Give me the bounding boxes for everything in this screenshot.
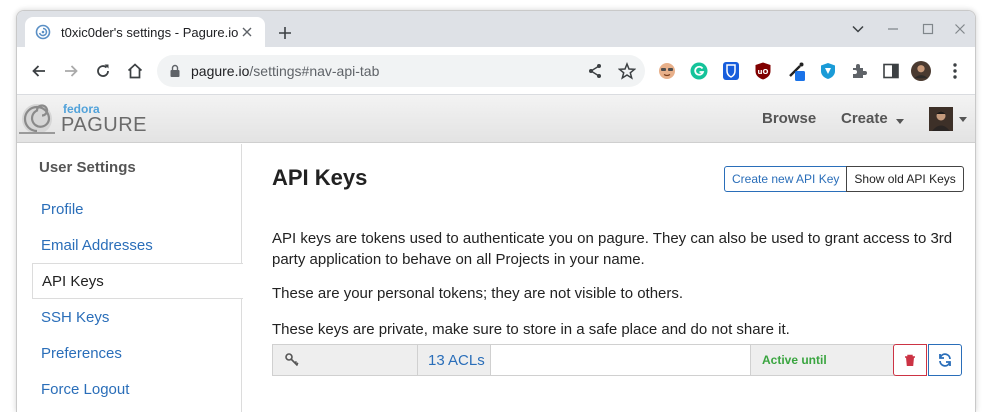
- ublock-icon[interactable]: uO: [753, 61, 773, 81]
- sidebar-item-profile[interactable]: Profile: [32, 191, 242, 227]
- personal-tokens-note: These are your personal tokens; they are…: [272, 285, 684, 302]
- acl-count-link[interactable]: 13 ACLs: [417, 344, 490, 376]
- close-icon[interactable]: [239, 24, 255, 40]
- sidebar-item-preferences[interactable]: Preferences: [32, 335, 242, 371]
- tab-title: t0xic0der's settings - Pagure.io: [61, 24, 239, 40]
- key-cell: [272, 344, 417, 376]
- renew-key-button[interactable]: [928, 344, 962, 376]
- page-title: API Keys: [272, 165, 368, 190]
- create-api-key-button[interactable]: Create new API Key: [724, 166, 848, 192]
- pagure-logo[interactable]: fedora PAGURE: [17, 101, 147, 137]
- revoke-key-button[interactable]: [893, 344, 927, 376]
- tab-strip: t0xic0der's settings - Pagure.io: [17, 11, 975, 47]
- kebab-menu-icon[interactable]: [945, 61, 965, 81]
- api-token-field[interactable]: [490, 344, 750, 376]
- puzzle-icon[interactable]: [849, 61, 869, 81]
- url-text[interactable]: pagure.io/settings#nav-api-tab: [191, 63, 379, 79]
- api-key-actions: Create new API Key Show old API Keys: [724, 166, 964, 192]
- side-panel-icon[interactable]: [881, 61, 901, 81]
- shield-icon[interactable]: [818, 61, 838, 81]
- maximize-icon[interactable]: [918, 19, 938, 39]
- sidebar-item-force-logout[interactable]: Force Logout: [32, 371, 242, 407]
- sidebar-item-ssh-keys[interactable]: SSH Keys: [32, 299, 242, 335]
- settings-sidebar: User Settings Profile Email Addresses AP…: [17, 144, 243, 412]
- caret-down-icon: [895, 111, 904, 128]
- user-menu[interactable]: [929, 107, 967, 131]
- trash-icon: [904, 354, 916, 367]
- tab-search-icon[interactable]: [848, 19, 868, 39]
- pagure-favicon-icon: [35, 24, 51, 40]
- avatar: [929, 107, 953, 131]
- browser-toolbar: pagure.io/settings#nav-api-tab uO: [17, 47, 975, 95]
- caret-down-icon: [959, 116, 967, 122]
- star-icon[interactable]: [615, 59, 639, 83]
- refresh-icon: [938, 353, 952, 367]
- svg-text:uO: uO: [758, 68, 769, 76]
- window-close-icon[interactable]: [950, 19, 970, 39]
- grammarly-icon[interactable]: [689, 61, 709, 81]
- profile-avatar[interactable]: [911, 61, 931, 81]
- key-status-badge: Active until: [750, 344, 895, 376]
- arrow-right-icon[interactable]: [59, 59, 83, 83]
- plus-icon[interactable]: [273, 21, 297, 45]
- browser-window: t0xic0der's settings - Pagure.io pagure.…: [16, 10, 976, 412]
- api-key-row: 13 ACLs Active until: [272, 344, 962, 376]
- api-keys-description: API keys are tokens used to authenticate…: [272, 230, 953, 268]
- sidebar-heading: User Settings: [39, 159, 136, 176]
- nav-create-link[interactable]: Create: [841, 110, 904, 128]
- arrow-left-icon[interactable]: [27, 59, 51, 83]
- extension-face-icon[interactable]: [657, 61, 677, 81]
- eyedropper-icon[interactable]: [787, 61, 807, 81]
- main-content: API Keys Create new API Key Show old API…: [243, 144, 975, 412]
- logo-pagure-text: PAGURE: [61, 114, 147, 136]
- minimize-icon[interactable]: [883, 19, 903, 39]
- home-icon[interactable]: [123, 59, 147, 83]
- share-icon[interactable]: [583, 59, 607, 83]
- show-old-api-keys-button[interactable]: Show old API Keys: [846, 166, 964, 192]
- browser-tab[interactable]: t0xic0der's settings - Pagure.io: [25, 17, 265, 47]
- key-icon: [285, 353, 299, 367]
- address-bar[interactable]: pagure.io/settings#nav-api-tab: [157, 55, 645, 87]
- bitwarden-icon[interactable]: [721, 61, 741, 81]
- reload-icon[interactable]: [91, 59, 115, 83]
- api-token-input[interactable]: [491, 345, 750, 375]
- lock-icon[interactable]: [169, 64, 181, 78]
- privacy-warning: These keys are private, make sure to sto…: [272, 321, 790, 338]
- site-header: fedora PAGURE Browse Create: [17, 95, 975, 143]
- pagure-snail-icon: [17, 101, 57, 137]
- sidebar-item-email-addresses[interactable]: Email Addresses: [32, 227, 242, 263]
- nav-browse-link[interactable]: Browse: [762, 110, 816, 127]
- sidebar-item-api-keys[interactable]: API Keys: [32, 263, 243, 299]
